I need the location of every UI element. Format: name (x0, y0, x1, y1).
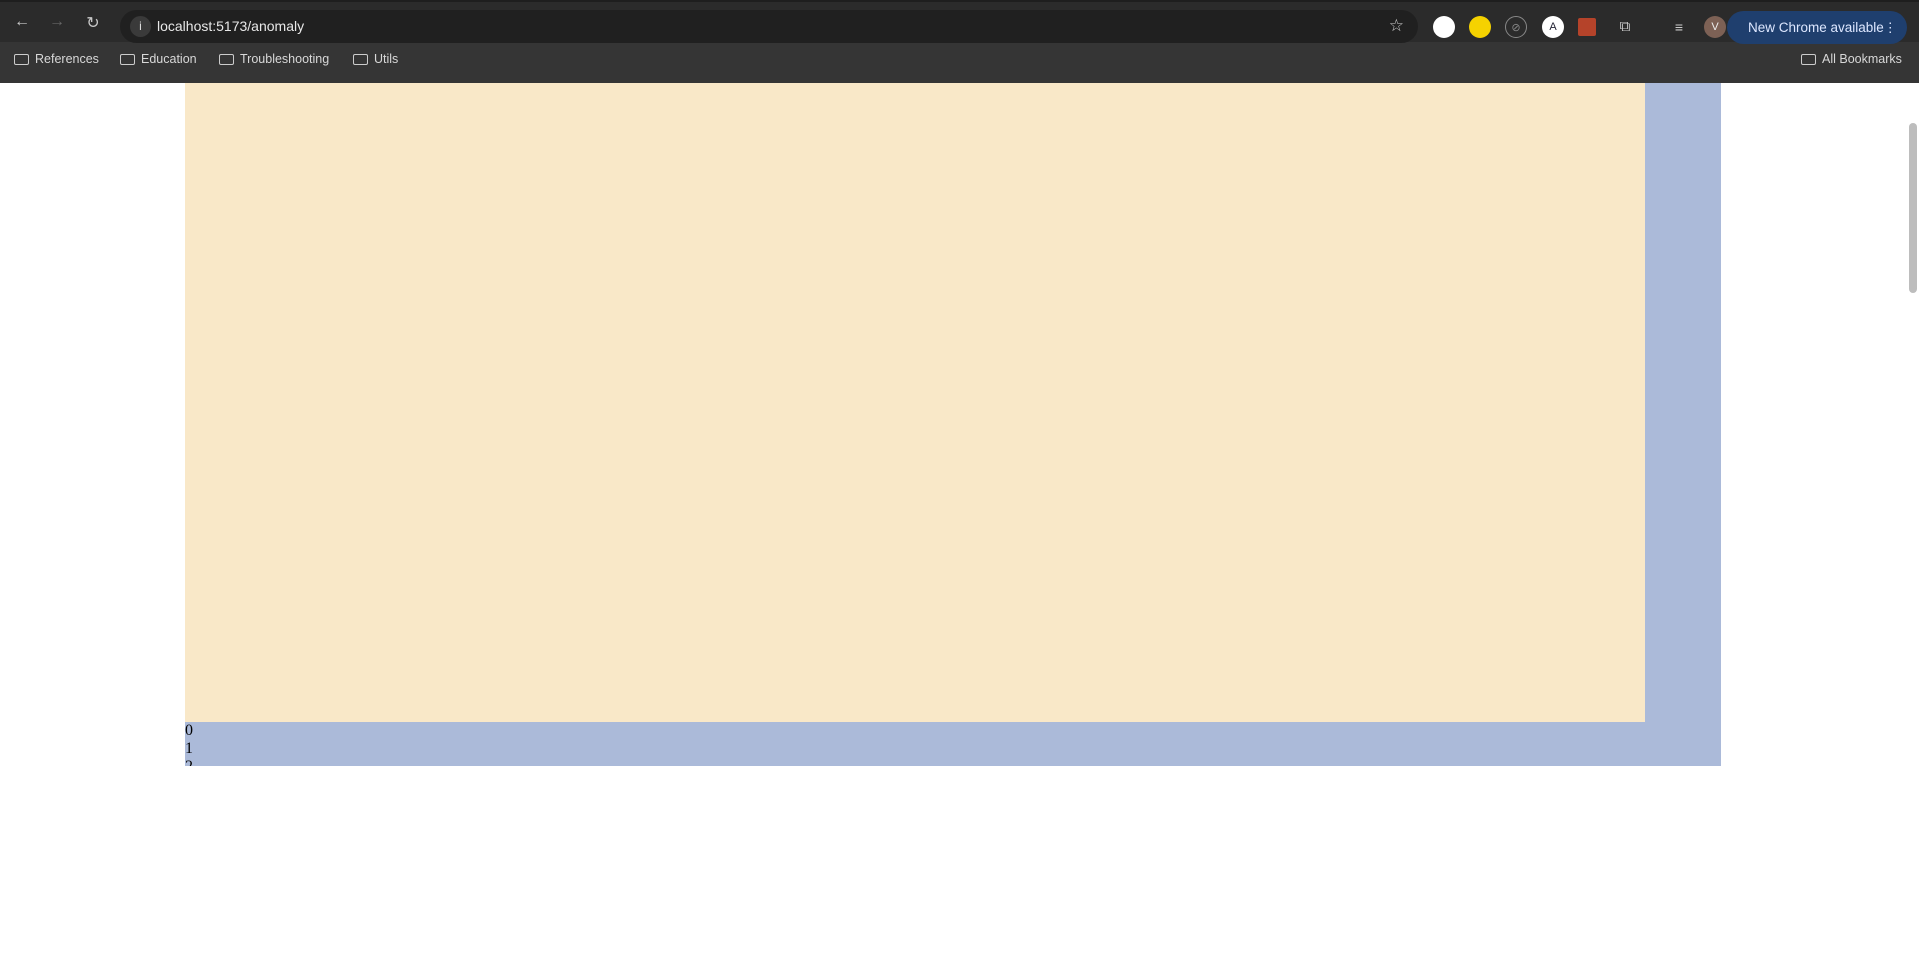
extensions-puzzle-icon[interactable]: ⧉ (1614, 16, 1636, 38)
back-icon[interactable]: ← (12, 13, 32, 31)
more-icon[interactable]: ⋮ (1884, 11, 1898, 44)
bookmark-label: All Bookmarks (1822, 52, 1902, 66)
folder-icon (14, 53, 29, 65)
folder-icon (353, 53, 368, 65)
avatar[interactable]: V (1704, 16, 1726, 38)
bookmark-utils[interactable]: Utils (353, 52, 398, 66)
list-item: 1 (185, 740, 193, 757)
site-info-icon[interactable]: i (130, 16, 151, 37)
list-item: 0 (185, 722, 193, 739)
compass-extension-icon[interactable]: ⊘ (1505, 16, 1527, 38)
folder-icon (1801, 53, 1816, 65)
all-bookmarks[interactable]: All Bookmarks (1801, 52, 1902, 66)
new-chrome-button[interactable]: New Chrome available ⋮ (1727, 11, 1907, 44)
browser-chrome: ← → ↻ i localhost:5173/anomaly ☆ ⊘ A ⧉ ≡… (0, 0, 1919, 83)
bookmark-label: Troubleshooting (240, 52, 330, 66)
list-item: 2 (185, 758, 193, 766)
forward-icon[interactable]: → (47, 13, 67, 31)
url-text[interactable]: localhost:5173/anomaly (157, 18, 304, 34)
reload-icon[interactable]: ↻ (83, 13, 103, 33)
a-extension-icon[interactable]: A (1542, 16, 1564, 38)
toolbar: ← → ↻ i localhost:5173/anomaly ☆ ⊘ A ⧉ ≡… (0, 0, 1919, 44)
bookmark-troubleshooting[interactable]: Troubleshooting (219, 52, 329, 66)
extension-icon[interactable] (1433, 16, 1455, 38)
extension-icon[interactable] (1578, 18, 1596, 36)
bookmark-label: Education (141, 52, 197, 66)
address-bar[interactable]: i localhost:5173/anomaly ☆ (120, 10, 1418, 43)
number-list: 0 1 2 (185, 722, 193, 766)
extension-icon[interactable] (1469, 16, 1491, 38)
bookmark-education[interactable]: Education (120, 52, 197, 66)
media-control-icon[interactable]: ≡ (1668, 16, 1690, 38)
panel (185, 83, 1645, 722)
folder-icon (120, 53, 135, 65)
bookmark-label: Utils (374, 52, 399, 66)
new-chrome-label: New Chrome available (1748, 20, 1884, 35)
folder-icon (219, 53, 234, 65)
scrollbar[interactable] (1909, 123, 1917, 293)
bookmark-references[interactable]: References (14, 52, 99, 66)
bookmark-star-icon[interactable]: ☆ (1389, 16, 1404, 36)
page-content: 0 1 2 (0, 83, 1919, 956)
bookmark-label: References (35, 52, 99, 66)
